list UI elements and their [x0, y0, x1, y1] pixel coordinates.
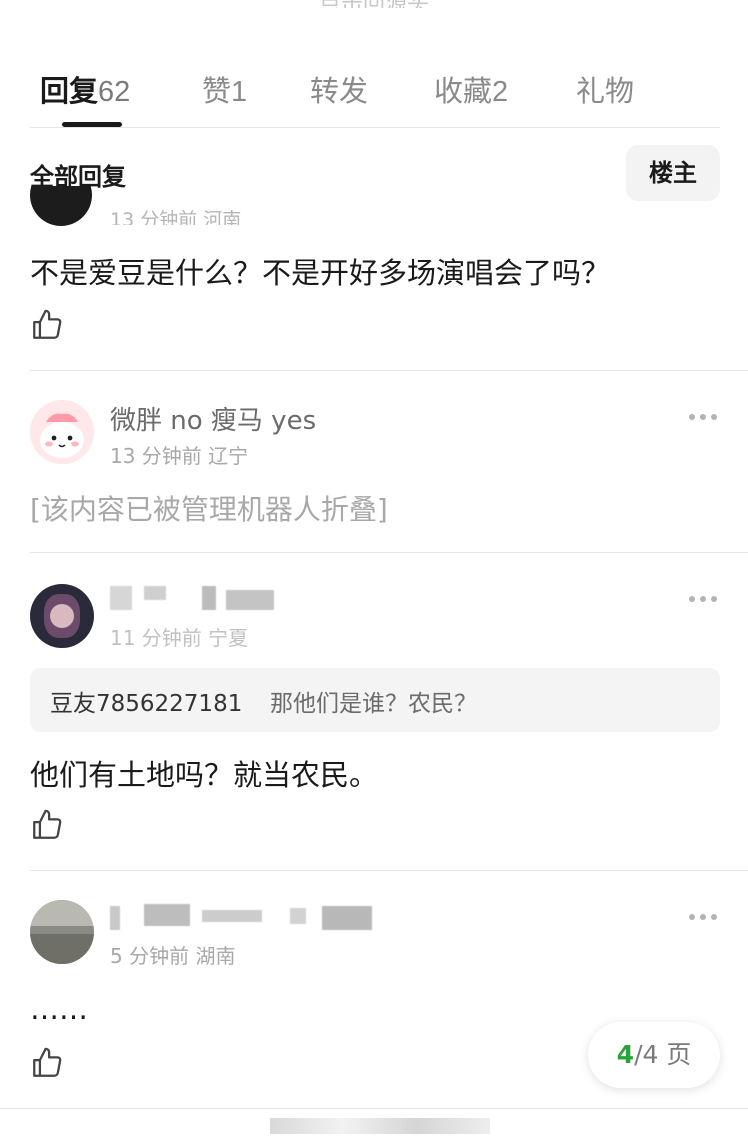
thumbs-up-icon[interactable] [30, 1046, 64, 1080]
avatar[interactable] [30, 584, 94, 648]
more-dots-icon[interactable] [688, 413, 718, 421]
divider [30, 552, 748, 553]
divider [30, 370, 748, 371]
username[interactable]: 微胖 no 瘦马 yes [110, 400, 316, 437]
username-censored [144, 586, 166, 600]
tab-label: 礼物 [576, 74, 635, 108]
comment-meta: 13 分钟前 辽宁 [110, 444, 249, 468]
avatar[interactable] [30, 900, 94, 964]
username-censored [322, 906, 372, 930]
username-censored [226, 590, 274, 610]
tab-favorites[interactable]: 收藏2 [434, 68, 508, 110]
tab-likes[interactable]: 赞1 [202, 68, 247, 110]
comment-text: …… [30, 992, 88, 1026]
username-censored [144, 904, 190, 926]
comment-meta: 11 分钟前 宁夏 [110, 626, 249, 650]
tab-reposts[interactable]: 转发 [310, 68, 368, 110]
page-indicator[interactable]: 4/4 页 [588, 1022, 720, 1088]
username-censored [202, 586, 216, 610]
tab-bar: 回复62 赞1 转发 收藏2 礼物 [30, 62, 720, 128]
owner-only-button[interactable]: 楼主 [626, 145, 720, 201]
comment-meta: 5 分钟前 湖南 [110, 944, 236, 968]
thumbs-up-icon[interactable] [30, 308, 64, 342]
comment-meta: 13 分钟前 河南 [110, 209, 242, 225]
tab-gifts[interactable]: 礼物 [576, 68, 634, 110]
more-dots-icon[interactable] [688, 913, 718, 921]
more-dots-icon[interactable] [688, 595, 718, 603]
tab-label: 收藏 [434, 74, 493, 108]
avatar[interactable] [30, 400, 94, 464]
tab-label: 赞 [202, 74, 232, 108]
quoted-reply[interactable]: 豆友7856227181 那他们是谁？农民？ [30, 668, 720, 732]
divider [30, 870, 748, 871]
avatar[interactable] [30, 186, 92, 226]
tab-count: 62 [98, 76, 131, 108]
current-page: 4 [616, 1040, 635, 1069]
folded-content-notice: [该内容已被管理机器人折叠] [30, 493, 388, 526]
username-censored [290, 908, 306, 924]
total-pages: /4 页 [634, 1040, 692, 1069]
thumbs-up-icon[interactable] [30, 808, 64, 842]
faded-header-text: 点击回源头 [0, 0, 748, 8]
username-censored [110, 906, 120, 930]
bottom-censored-content [270, 1118, 490, 1134]
quoted-text: 那他们是谁？农民？ [270, 691, 477, 717]
filter-row: 全部回复 楼主 [30, 145, 720, 201]
quoted-username: 豆友7856227181 [50, 691, 243, 717]
username-censored [202, 910, 262, 922]
tab-count: 1 [231, 76, 248, 108]
tab-label: 回复 [40, 74, 99, 108]
tab-replies[interactable]: 回复62 [40, 68, 130, 110]
tab-label: 转发 [310, 74, 369, 108]
comment-text: 不是爱豆是什么？不是开好多场演唱会了吗？ [30, 256, 611, 290]
cartoon-avatar-icon [30, 400, 94, 464]
tab-count: 2 [492, 76, 509, 108]
active-tab-indicator [62, 122, 122, 127]
comment-text: 他们有土地吗？就当农民。 [30, 758, 379, 792]
username-censored [110, 586, 132, 610]
